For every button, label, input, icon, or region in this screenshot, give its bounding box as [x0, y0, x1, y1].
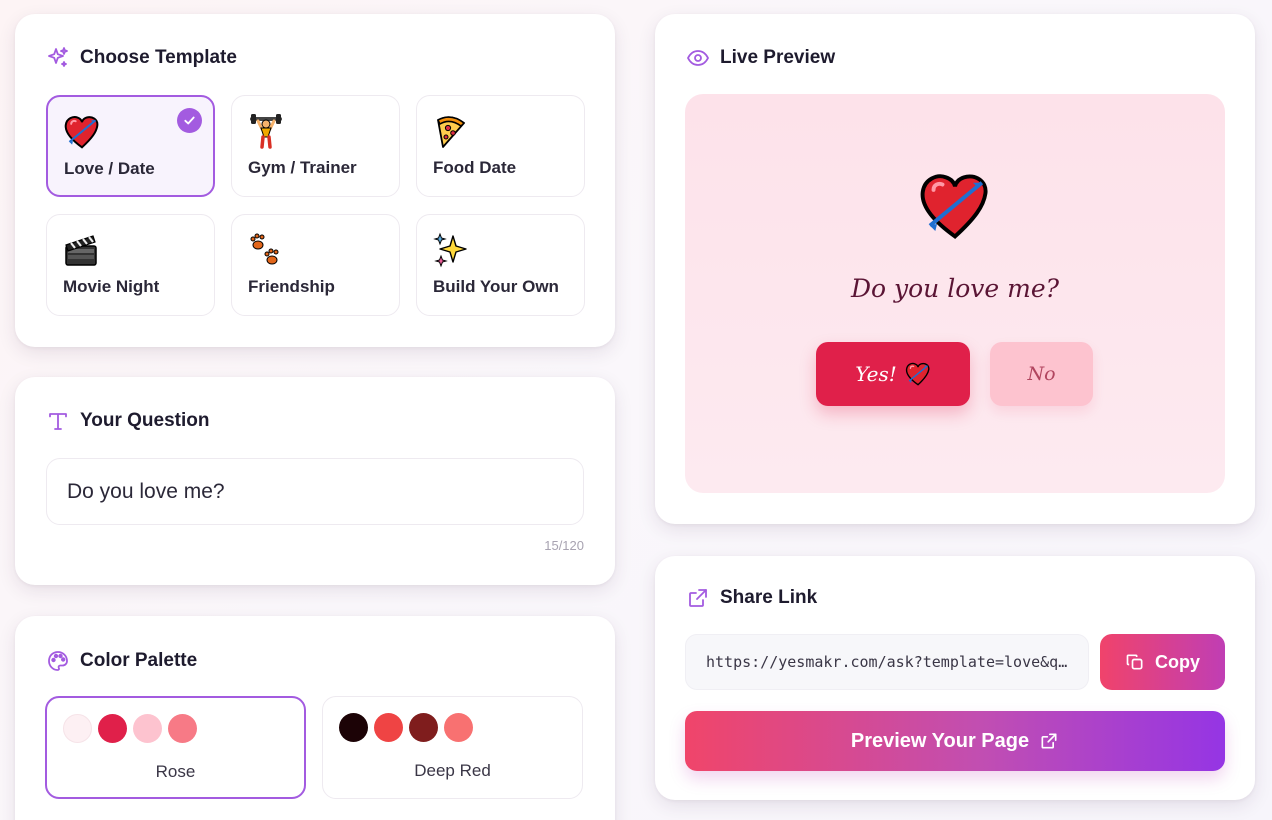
- palette-name: Rose: [155, 762, 196, 781]
- question-card-title: Your Question: [80, 410, 210, 431]
- external-link-icon: [1041, 733, 1057, 749]
- paw-prints-icon: [250, 233, 279, 265]
- palette-deep-red[interactable]: Deep Red: [322, 696, 583, 799]
- question-card-header: Your Question: [46, 409, 209, 433]
- check-icon: [177, 108, 202, 133]
- preview-page-button[interactable]: Preview Your Page: [685, 711, 1225, 771]
- heart-arrow-icon: [64, 114, 100, 150]
- template-label: Friendship: [248, 277, 335, 296]
- swatch: [133, 714, 162, 743]
- yes-button[interactable]: Yes!: [816, 342, 970, 406]
- template-label: Movie Night: [63, 277, 160, 296]
- question-card: Your Question 15/120: [15, 377, 615, 585]
- template-friendship[interactable]: Friendship: [231, 214, 400, 316]
- preview-card: Live Preview Do you love me? Yes! No: [655, 14, 1255, 524]
- heart-arrow-icon: [905, 362, 931, 386]
- share-card-header: Share Link: [686, 586, 817, 610]
- eye-icon: [686, 50, 710, 66]
- palette-card: Color Palette Rose Deep Red: [15, 616, 615, 820]
- template-movie-night[interactable]: Movie Night: [46, 214, 215, 316]
- template-label: Love / Date: [64, 159, 155, 178]
- heart-arrow-icon: [919, 172, 991, 240]
- share-url-field[interactable]: https://yesmakr.com/ask?template=love&q=…: [685, 634, 1089, 690]
- yes-label: Yes!: [855, 362, 897, 386]
- swatch: [98, 714, 127, 743]
- template-label: Build Your Own: [433, 277, 559, 296]
- template-label: Food Date: [433, 158, 517, 177]
- no-button[interactable]: No: [990, 342, 1093, 406]
- swatch: [63, 714, 92, 743]
- preview-question: Do you love me?: [850, 274, 1060, 303]
- palette-card-title: Color Palette: [80, 650, 198, 671]
- palette-icon: [48, 651, 68, 671]
- copy-icon: [1126, 654, 1143, 670]
- question-input[interactable]: [46, 458, 584, 525]
- share-card-title: Share Link: [720, 587, 818, 608]
- template-food-date[interactable]: Food Date: [416, 95, 585, 197]
- copy-button[interactable]: Copy: [1100, 634, 1225, 690]
- palette-rose[interactable]: Rose: [45, 696, 306, 799]
- template-card: Choose Template Love / Date Gym / Traine…: [15, 14, 615, 347]
- preview-page-label: Preview Your Page: [850, 729, 1030, 752]
- text-icon: [49, 413, 67, 430]
- swatch: [409, 713, 438, 742]
- external-link-icon: [689, 589, 707, 607]
- weightlifter-icon: [250, 114, 282, 149]
- swatches: [63, 714, 197, 743]
- copy-label: Copy: [1155, 651, 1200, 672]
- swatch: [444, 713, 473, 742]
- template-build-your-own[interactable]: Build Your Own: [416, 214, 585, 316]
- swatch: [374, 713, 403, 742]
- share-card: Share Link https://yesmakr.com/ask?templ…: [655, 556, 1255, 800]
- template-card-title: Choose Template: [80, 47, 237, 68]
- clapperboard-icon: [65, 235, 97, 266]
- palette-card-header: Color Palette: [46, 649, 197, 673]
- pizza-icon: [437, 116, 466, 148]
- template-grid: Love / Date Gym / Trainer Food Date Movi…: [46, 95, 585, 316]
- swatch: [168, 714, 197, 743]
- preview-stage: Do you love me? Yes! No: [685, 94, 1225, 493]
- template-love-date[interactable]: Love / Date: [46, 95, 215, 197]
- template-label: Gym / Trainer: [248, 158, 357, 177]
- character-counter: 15/120: [544, 538, 584, 553]
- sparkles-icon: [433, 232, 467, 268]
- palette-name: Deep Red: [414, 761, 491, 780]
- share-url-text: https://yesmakr.com/ask?template=love&q=…: [706, 653, 1068, 671]
- preview-card-title: Live Preview: [720, 47, 836, 68]
- preview-card-header: Live Preview: [686, 46, 835, 70]
- swatch: [339, 713, 368, 742]
- template-card-header: Choose Template: [46, 46, 237, 70]
- template-gym-trainer[interactable]: Gym / Trainer: [231, 95, 400, 197]
- swatches: [339, 713, 473, 742]
- sparkles-icon: [48, 47, 68, 67]
